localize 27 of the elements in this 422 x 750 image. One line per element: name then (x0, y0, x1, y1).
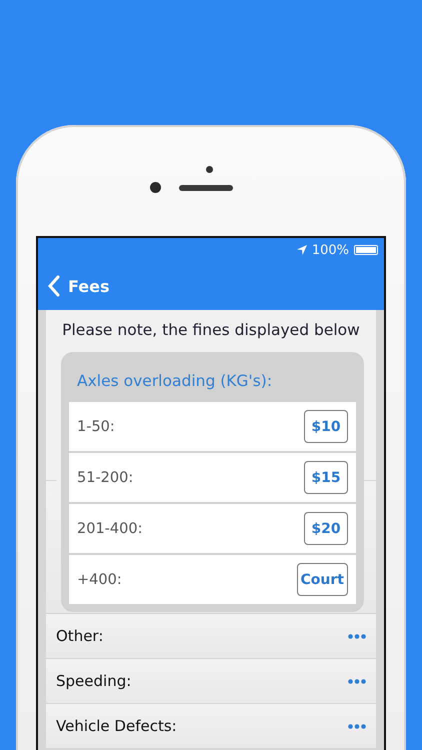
weight-range: 201-400: (77, 520, 142, 536)
weight-range: 1-50: (77, 418, 115, 434)
fee-button[interactable]: Court (296, 563, 348, 596)
speaker-icon (178, 184, 232, 190)
camera-icon (150, 182, 160, 193)
battery-icon (354, 245, 378, 255)
category-row[interactable]: Speeding: (46, 658, 376, 703)
weight-range: +400: (77, 572, 122, 588)
more-icon[interactable] (348, 724, 366, 728)
category-row[interactable]: Other: (46, 613, 376, 658)
fee-button[interactable]: $15 (304, 461, 348, 494)
screen-title: Fees (68, 276, 110, 296)
category-label: Other: (56, 627, 104, 645)
back-icon[interactable] (48, 275, 60, 297)
fee-button[interactable]: $10 (304, 410, 348, 443)
more-icon[interactable] (348, 634, 366, 638)
location-icon (296, 245, 307, 255)
category-row[interactable]: Vehicle Defects: (46, 703, 376, 748)
fee-button[interactable]: $20 (304, 512, 348, 545)
popover-title: Axles overloading (KG's): (77, 372, 274, 390)
category-label: Speeding: (56, 672, 132, 690)
sensor-icon (206, 166, 213, 173)
note-text: Please note, the fines displayed below (62, 320, 360, 340)
category-label: Vehicle Defects: (56, 717, 177, 735)
weight-range: 51-200: (77, 470, 134, 486)
battery-percent: 100% (312, 242, 349, 258)
more-icon[interactable] (348, 678, 366, 684)
